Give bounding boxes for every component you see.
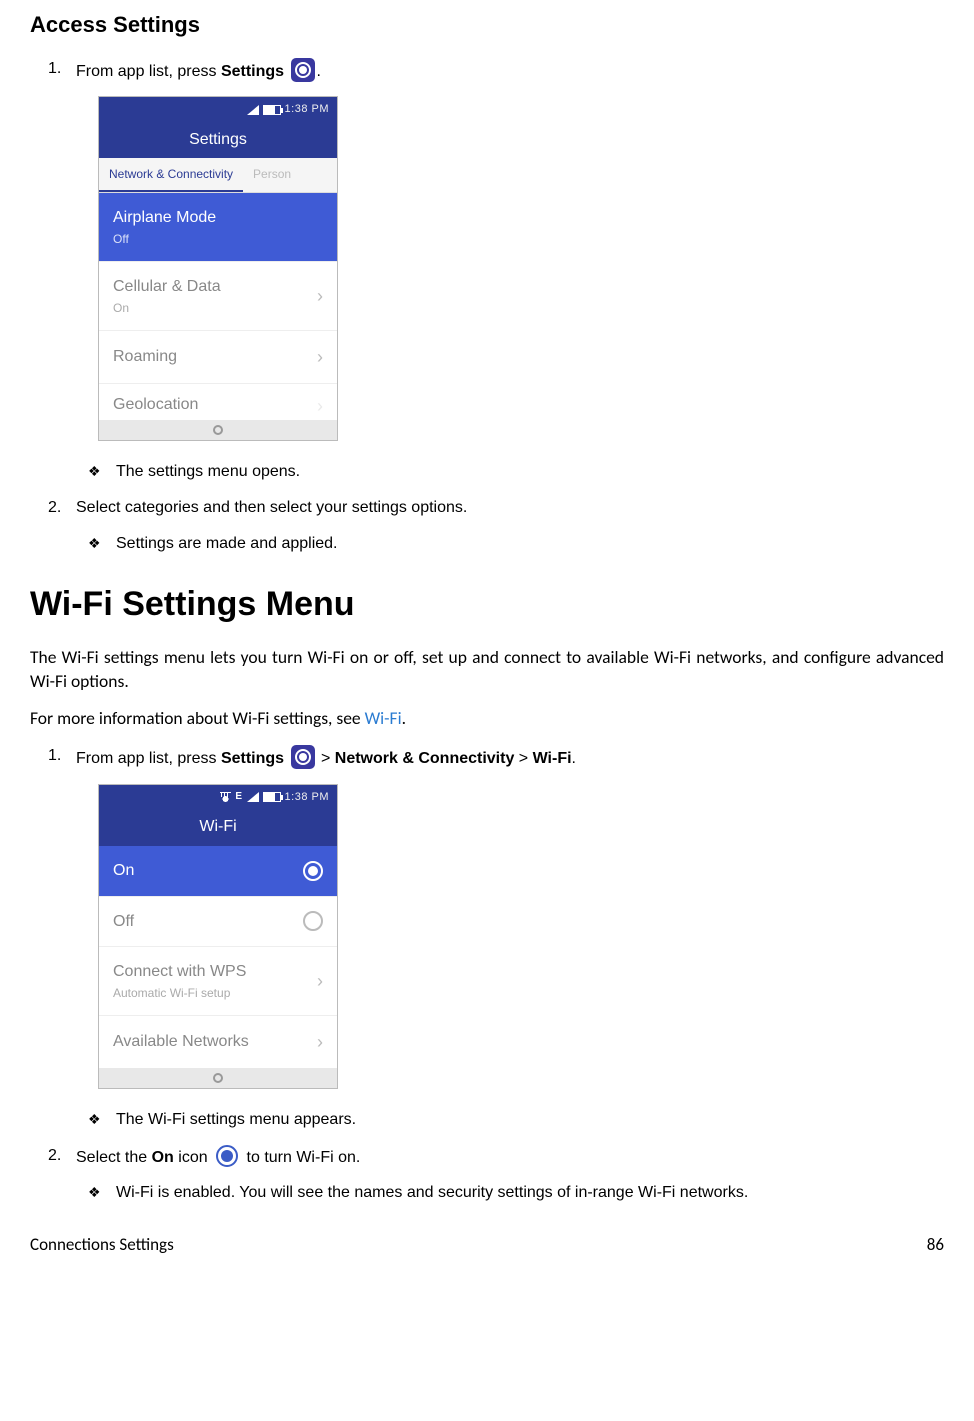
home-icon bbox=[213, 1073, 223, 1083]
footer-section: Connections Settings bbox=[30, 1234, 174, 1257]
row-airplane: Airplane Mode Off bbox=[99, 193, 337, 262]
battery-icon bbox=[263, 105, 281, 115]
wps-sub: Automatic Wi-Fi setup bbox=[113, 985, 246, 1001]
row-wps: Connect with WPS Automatic Wi-Fi setup › bbox=[99, 947, 337, 1016]
wifi-settings-heading: Wi-Fi Settings Menu bbox=[30, 582, 944, 628]
chevron-right-icon: › bbox=[317, 969, 323, 993]
wifi-step1-pre: From app list, press bbox=[76, 750, 221, 767]
home-icon bbox=[213, 425, 223, 435]
wifi-step1-settings: Settings bbox=[221, 750, 284, 767]
wifi-screenshot: E 1:38 PM Wi-Fi On Off Connect with WPS … bbox=[98, 784, 338, 1090]
step1-text-post: . bbox=[317, 63, 321, 80]
bullet-wifi-enabled: Wi-Fi is enabled. You will see the names… bbox=[116, 1182, 944, 1204]
row-geolocation: Geolocation › bbox=[99, 384, 337, 420]
network-type-icon: E bbox=[235, 790, 242, 804]
bullet-settings-applied: Settings are made and applied. bbox=[116, 533, 944, 555]
wifi-step2-post: to turn Wi-Fi on. bbox=[242, 1149, 360, 1166]
airplane-value: Off bbox=[113, 231, 216, 247]
home-bar bbox=[99, 1068, 337, 1088]
wifi-step1-sep1: > bbox=[321, 750, 335, 767]
wifi-step2-mid: icon bbox=[174, 1149, 212, 1166]
chevron-right-icon: › bbox=[317, 284, 323, 308]
wifi-off-label: Off bbox=[113, 911, 134, 933]
row-roaming: Roaming › bbox=[99, 331, 337, 384]
access-settings-heading: Access Settings bbox=[30, 10, 944, 40]
bullet-wifi-appears: The Wi-Fi settings menu appears. bbox=[116, 1109, 944, 1131]
settings-screenshot: 1:38 PM Settings Network & Connectivity … bbox=[98, 96, 338, 441]
settings-icon bbox=[291, 745, 315, 769]
step-2: 2. Select categories and then select you… bbox=[76, 497, 944, 519]
wifi-intro: The Wi-Fi settings menu lets you turn Wi… bbox=[30, 646, 944, 693]
status-bar: E 1:38 PM bbox=[99, 785, 337, 811]
step1-text-pre: From app list, press bbox=[76, 63, 221, 80]
radio-selected-icon bbox=[303, 861, 323, 881]
status-bar: 1:38 PM bbox=[99, 97, 337, 122]
cellular-label: Cellular & Data bbox=[113, 276, 221, 298]
chevron-right-icon: › bbox=[317, 345, 323, 369]
wps-label: Connect with WPS bbox=[113, 961, 246, 983]
moreinfo-pre: For more information about Wi-Fi setting… bbox=[30, 707, 365, 729]
wifi-step-2: 2. Select the On icon to turn Wi-Fi on. bbox=[76, 1145, 944, 1169]
signal-icon bbox=[247, 105, 259, 115]
status-time: 1:38 PM bbox=[285, 790, 329, 805]
step-1: 1. From app list, press Settings . bbox=[76, 58, 944, 83]
roaming-label: Roaming bbox=[113, 346, 177, 368]
home-bar bbox=[99, 420, 337, 440]
wifi-step1-wifi: Wi-Fi bbox=[533, 750, 572, 767]
battery-icon bbox=[263, 792, 281, 802]
settings-icon bbox=[291, 58, 315, 82]
wifi-link[interactable]: Wi-Fi bbox=[365, 707, 402, 729]
step1-settings-label: Settings bbox=[221, 63, 284, 80]
bullet-settings-opens: The settings menu opens. bbox=[116, 461, 944, 483]
row-cellular: Cellular & Data On › bbox=[99, 262, 337, 331]
step2-text: Select categories and then select your s… bbox=[76, 499, 467, 516]
row-wifi-off: Off bbox=[99, 897, 337, 948]
debug-icon bbox=[220, 792, 231, 803]
moreinfo-post: . bbox=[402, 707, 406, 729]
wifi-step2-pre: Select the bbox=[76, 1149, 152, 1166]
row-available: Available Networks › bbox=[99, 1016, 337, 1068]
wifi-on-label: On bbox=[113, 860, 134, 882]
airplane-label: Airplane Mode bbox=[113, 207, 216, 229]
radio-on-icon bbox=[216, 1145, 238, 1167]
tab-personal: Person bbox=[243, 158, 301, 192]
wifi-step1-sep2: > bbox=[514, 750, 532, 767]
screen-title: Wi-Fi bbox=[99, 810, 337, 846]
wifi-step-1: 1. From app list, press Settings > Netwo… bbox=[76, 745, 944, 770]
chevron-right-icon: › bbox=[317, 394, 323, 418]
wifi-step2-on: On bbox=[152, 1149, 174, 1166]
screen-title: Settings bbox=[99, 123, 337, 159]
wifi-moreinfo: For more information about Wi-Fi setting… bbox=[30, 707, 944, 731]
available-label: Available Networks bbox=[113, 1031, 249, 1053]
signal-icon bbox=[247, 792, 259, 802]
page-number: 86 bbox=[927, 1234, 944, 1257]
status-time: 1:38 PM bbox=[285, 102, 329, 117]
geolocation-label: Geolocation bbox=[113, 394, 198, 418]
cellular-value: On bbox=[113, 300, 221, 316]
radio-unselected-icon bbox=[303, 911, 323, 931]
wifi-step1-post: . bbox=[572, 750, 576, 767]
chevron-right-icon: › bbox=[317, 1030, 323, 1054]
row-wifi-on: On bbox=[99, 846, 337, 897]
tab-bar: Network & Connectivity Person bbox=[99, 158, 337, 193]
wifi-step1-network: Network & Connectivity bbox=[335, 750, 515, 767]
tab-network: Network & Connectivity bbox=[99, 158, 243, 192]
